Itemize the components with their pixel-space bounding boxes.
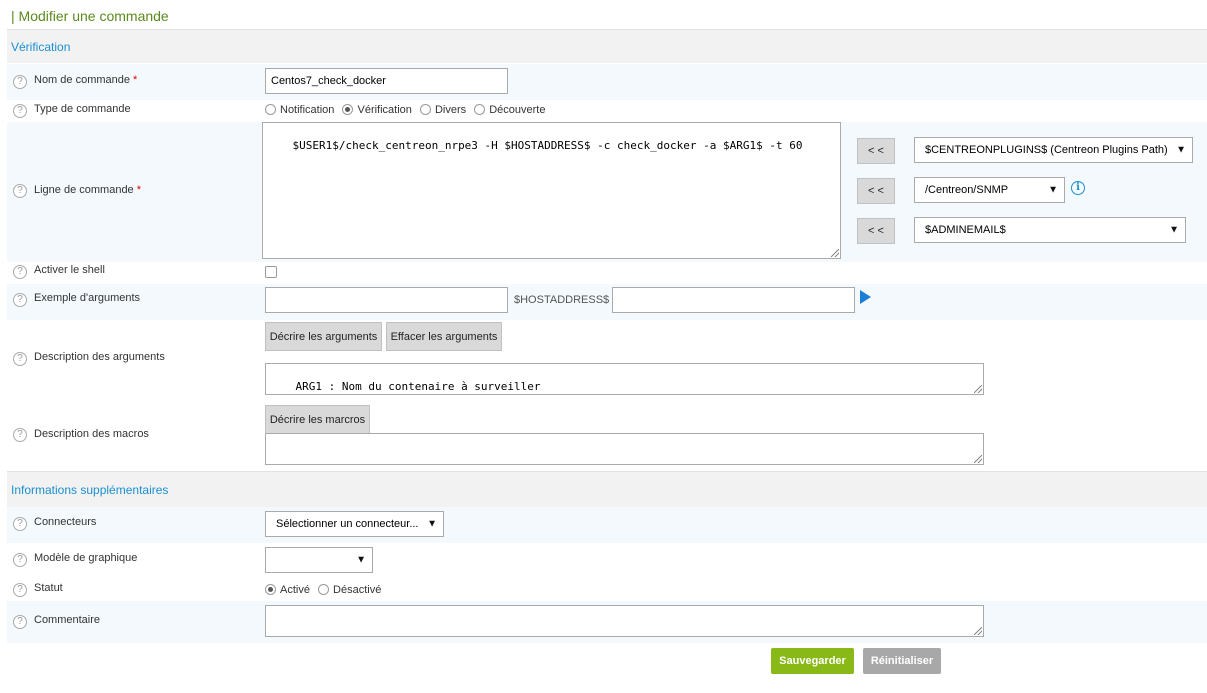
connectors-select[interactable]: Sélectionner un connecteur... ▼ (265, 511, 444, 537)
arg-example-host-input[interactable] (612, 287, 855, 313)
section-title-verification: Vérification (11, 39, 71, 54)
describe-macros-button[interactable]: Décrire les marcros (265, 405, 370, 434)
radio-inactive[interactable]: Désactivé (318, 584, 381, 596)
macro-description-label: Description des macros (34, 428, 149, 440)
page-title: | Modifier une commande (11, 8, 169, 24)
insert-macro-button[interactable]: < < (857, 218, 895, 244)
path-select-value: /Centreon/SNMP (925, 184, 1009, 196)
help-icon[interactable]: ? (13, 352, 27, 366)
save-button[interactable]: Sauvegarder (771, 648, 854, 674)
command-line-text: $USER1$/check_centreon_nrpe3 -H $HOSTADD… (292, 139, 803, 152)
radio-decouverte[interactable]: Découverte (474, 104, 545, 116)
row-arg-example: ? Exemple d'arguments $HOSTADDRESS$ (7, 284, 1207, 320)
chevron-down-icon: ▼ (356, 554, 366, 566)
row-command-type: ? Type de commande Notification Vérifica… (7, 100, 1207, 122)
help-icon[interactable]: ? (13, 75, 27, 89)
arg-example-label: Exemple d'arguments (34, 292, 141, 304)
command-line-label: Ligne de commande * (34, 184, 141, 196)
help-icon[interactable]: ? (13, 553, 27, 567)
clear-arguments-button[interactable]: Effacer les arguments (386, 322, 502, 351)
info-icon[interactable]: i (1071, 181, 1085, 195)
radio-divers[interactable]: Divers (419, 104, 466, 116)
plugins-select[interactable]: $CENTREONPLUGINS$ (Centreon Plugins Path… (914, 137, 1193, 163)
chevron-down-icon: ▼ (1048, 184, 1058, 196)
row-status: ? Statut Activé Désactivé (7, 579, 1207, 601)
row-arg-description: ? Description des arguments Décrire les … (7, 320, 1207, 400)
command-type-radio-group: Notification Vérification Divers Découve… (265, 104, 550, 116)
arg-description-text: ARG1 : Nom du contenaire à surveiller (295, 380, 541, 393)
arg-description-label: Description des arguments (34, 351, 165, 363)
row-connectors: ? Connecteurs Sélectionner un connecteur… (7, 507, 1207, 543)
comment-textarea[interactable] (265, 605, 984, 637)
row-command-name: ? Nom de commande * Centos7_check_docker (7, 64, 1207, 100)
connectors-label: Connecteurs (34, 516, 97, 528)
resize-handle[interactable] (974, 627, 982, 635)
command-name-label: Nom de commande * (34, 74, 138, 86)
radio-verification[interactable]: Vérification (342, 104, 412, 116)
macro-select-value: $ADMINEMAIL$ (925, 224, 1006, 236)
insert-path-button[interactable]: < < (857, 178, 895, 204)
row-graph-template: ? Modèle de graphique ▼ (7, 543, 1207, 579)
help-icon[interactable]: ? (13, 104, 27, 118)
host-macro-label: $HOSTADDRESS$ (514, 294, 610, 306)
command-name-input[interactable]: Centos7_check_docker (265, 68, 508, 94)
chevron-down-icon: ▼ (1176, 144, 1186, 156)
radio-notification[interactable]: Notification (265, 104, 334, 116)
graph-template-select[interactable]: ▼ (265, 547, 373, 573)
resize-handle[interactable] (974, 455, 982, 463)
arg-description-textarea[interactable]: ARG1 : Nom du contenaire à surveiller (265, 363, 984, 395)
plugins-select-value: $CENTREONPLUGINS$ (Centreon Plugins Path… (925, 144, 1168, 156)
status-label: Statut (34, 582, 63, 594)
section-header-verification: Vérification (7, 29, 1207, 63)
help-icon[interactable]: ? (13, 184, 27, 198)
shell-checkbox[interactable] (265, 266, 277, 278)
arg-example-input[interactable] (265, 287, 508, 313)
reset-button[interactable]: Réinitialiser (863, 648, 941, 674)
help-icon[interactable]: ? (13, 615, 27, 629)
row-shell: ? Activer le shell (7, 262, 1207, 284)
path-select[interactable]: /Centreon/SNMP ▼ (914, 177, 1065, 203)
chevron-down-icon: ▼ (427, 518, 437, 530)
help-icon[interactable]: ? (13, 293, 27, 307)
graph-template-label: Modèle de graphique (34, 552, 138, 564)
resize-handle[interactable] (831, 249, 839, 257)
help-icon[interactable]: ? (13, 265, 27, 279)
play-icon[interactable] (860, 290, 871, 304)
command-type-label: Type de commande (34, 103, 131, 115)
connectors-select-value: Sélectionner un connecteur... (276, 518, 419, 530)
resize-handle[interactable] (974, 385, 982, 393)
row-comment: ? Commentaire (7, 601, 1207, 643)
shell-label: Activer le shell (34, 264, 105, 276)
status-radio-group: Activé Désactivé (265, 584, 386, 596)
help-icon[interactable]: ? (13, 428, 27, 442)
comment-label: Commentaire (34, 614, 101, 626)
insert-plugins-button[interactable]: < < (857, 138, 895, 164)
section-header-additional: Informations supplémentaires (7, 471, 1207, 507)
row-command-line: ? Ligne de commande * $USER1$/check_centr… (7, 122, 1207, 262)
macro-description-textarea[interactable] (265, 433, 984, 465)
describe-arguments-button[interactable]: Décrire les arguments (265, 322, 382, 351)
help-icon[interactable]: ? (13, 583, 27, 597)
help-icon[interactable]: ? (13, 517, 27, 531)
section-title-additional: Informations supplémentaires (11, 482, 169, 497)
chevron-down-icon: ▼ (1169, 224, 1179, 236)
command-line-textarea[interactable]: $USER1$/check_centreon_nrpe3 -H $HOSTADD… (262, 122, 841, 259)
radio-active[interactable]: Activé (265, 584, 310, 596)
macro-select[interactable]: $ADMINEMAIL$ ▼ (914, 217, 1186, 243)
row-macro-description: ? Description des macros Décrire les mar… (7, 400, 1207, 470)
